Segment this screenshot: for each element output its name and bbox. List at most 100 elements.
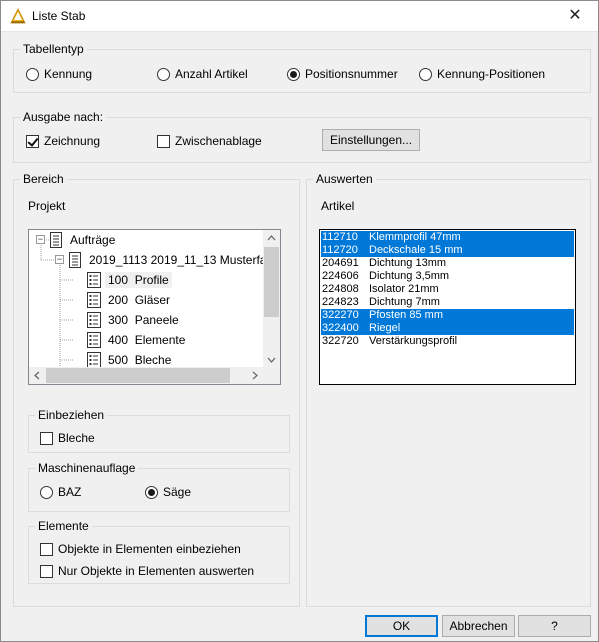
checkbox-bleche[interactable]: Bleche	[40, 431, 95, 445]
list-item-code: 224808	[322, 283, 359, 295]
radio-kennung-circle[interactable]	[26, 67, 39, 81]
tree-item-200[interactable]: 200 Gläser	[87, 290, 173, 310]
checkbox-zwischenablage-label: Zwischenablage	[175, 134, 262, 148]
title-bar: Liste Stab ✕	[1, 1, 598, 32]
list-item-name: Deckschale 15 mm	[369, 244, 463, 256]
list-item[interactable]: 224606 Dichtung 3,5mm	[321, 270, 574, 283]
radio-saege[interactable]: Säge	[145, 485, 191, 499]
cancel-button[interactable]: Abbrechen	[442, 615, 515, 637]
tree-item-label: 300 Paneele	[108, 313, 179, 327]
einbeziehen-legend: Einbeziehen	[35, 408, 108, 422]
radio-baz-label: BAZ	[58, 485, 82, 499]
radio-saege-circle[interactable]	[145, 485, 158, 499]
list-item-name: Verstärkungsprofil	[369, 335, 458, 347]
radio-anzahl-artikel-label: Anzahl Artikel	[175, 67, 248, 81]
tree-item-auftraege[interactable]: Aufträge	[49, 230, 118, 250]
radio-kennung-positionen-label: Kennung-Positionen	[437, 67, 546, 81]
tree-item-label: 500 Bleche	[108, 353, 172, 367]
checkbox-bleche-box[interactable]	[40, 431, 53, 445]
tree-item-100[interactable]: 100 Profile	[87, 270, 172, 290]
list-item-name: Dichtung 13mm	[369, 257, 447, 269]
list-item-name: Isolator 21mm	[369, 283, 439, 295]
checkbox-objekte-einbeziehen-box[interactable]	[40, 542, 53, 556]
help-button[interactable]: ?	[518, 615, 591, 637]
einstellungen-button[interactable]: Einstellungen...	[322, 129, 420, 151]
artikel-label: Artikel	[321, 199, 355, 213]
projekt-tree[interactable]: − − Aufträge 2019_1113 2019_11_13 Muster…	[28, 229, 281, 385]
scroll-down-icon[interactable]	[267, 357, 276, 363]
document-list-icon	[50, 232, 62, 248]
radio-positionsnummer-circle[interactable]	[287, 67, 300, 81]
projekt-label: Projekt	[28, 199, 66, 213]
list-item-name: Riegel	[369, 322, 401, 334]
list-document-icon	[87, 312, 101, 328]
scroll-up-icon[interactable]	[267, 235, 276, 241]
radio-positionsnummer-label: Positionsnummer	[305, 67, 398, 81]
list-item-code: 322270	[322, 309, 359, 321]
close-button[interactable]: ✕	[552, 1, 598, 32]
tabellentyp-legend: Tabellentyp	[20, 42, 87, 56]
list-item[interactable]: 224823 Dichtung 7mm	[321, 296, 574, 309]
scroll-left-icon[interactable]	[34, 371, 40, 380]
list-item-name: Pfosten 85 mm	[369, 309, 443, 321]
list-item[interactable]: 322720 Verstärkungsprofil	[321, 335, 574, 348]
radio-baz[interactable]: BAZ	[40, 485, 81, 499]
radio-baz-circle[interactable]	[40, 485, 53, 499]
list-document-icon	[87, 272, 101, 288]
checkbox-zeichnung[interactable]: Zeichnung	[26, 134, 100, 148]
scroll-right-icon[interactable]	[252, 371, 258, 380]
tree-item-label: 200 Gläser	[108, 293, 171, 307]
list-item[interactable]: 322270 Pfosten 85 mm	[321, 309, 574, 322]
bereich-legend: Bereich	[20, 172, 67, 186]
list-item-code: 112720	[322, 244, 358, 256]
auswerten-legend: Auswerten	[313, 172, 376, 186]
tree-item-label: 2019_1113 2019_11_13 Musterfassa	[89, 253, 281, 267]
app-icon	[10, 8, 26, 24]
checkbox-zeichnung-box[interactable]	[26, 134, 39, 148]
checkbox-zeichnung-label: Zeichnung	[44, 134, 101, 148]
ausgabe-legend: Ausgabe nach:	[20, 110, 107, 124]
tree-collapse-icon[interactable]: −	[55, 255, 64, 264]
radio-kennung[interactable]: Kennung	[26, 67, 92, 81]
checkbox-objekte-einbeziehen-label: Objekte in Elementen einbeziehen	[58, 542, 241, 556]
radio-positionsnummer[interactable]: Positionsnummer	[287, 67, 398, 81]
list-item[interactable]: 224808 Isolator 21mm	[321, 283, 574, 296]
maschinenauflage-legend: Maschinenauflage	[35, 461, 139, 475]
checkbox-nur-objekte-auswerten[interactable]: Nur Objekte in Elementen auswerten	[40, 564, 254, 578]
artikel-list[interactable]: 112710 Klemmprofil 47mm 112720 Deckschal…	[319, 229, 576, 385]
list-item-name: Klemmprofil 47mm	[369, 231, 461, 243]
list-item-code: 322720	[322, 335, 359, 347]
radio-anzahl-artikel[interactable]: Anzahl Artikel	[157, 67, 248, 81]
tree-horizontal-scroll-thumb[interactable]	[46, 368, 230, 383]
radio-saege-label: Säge	[163, 485, 192, 499]
document-list-icon	[69, 252, 81, 268]
radio-anzahl-artikel-circle[interactable]	[157, 67, 170, 81]
list-item-code: 204691	[322, 257, 359, 269]
checkbox-nur-objekte-auswerten-box[interactable]	[40, 564, 53, 578]
checkbox-zwischenablage-box[interactable]	[157, 134, 170, 148]
radio-kennung-positionen-circle[interactable]	[419, 67, 432, 81]
ok-button[interactable]: OK	[365, 615, 438, 637]
elemente-legend: Elemente	[35, 519, 92, 533]
radio-kennung-positionen[interactable]: Kennung-Positionen	[419, 67, 545, 81]
list-item[interactable]: 204691 Dichtung 13mm	[321, 257, 574, 270]
tree-horizontal-scrollbar[interactable]	[29, 367, 263, 384]
dialog-window: Liste Stab ✕ Tabellentyp Kennung Anzahl …	[0, 0, 599, 642]
checkbox-bleche-label: Bleche	[58, 431, 95, 445]
list-item[interactable]: 112710 Klemmprofil 47mm	[321, 231, 574, 244]
checkbox-zwischenablage[interactable]: Zwischenablage	[157, 134, 262, 148]
tree-vertical-scroll-thumb[interactable]	[264, 247, 279, 317]
tree-item-label: 400 Elemente	[108, 333, 186, 347]
list-item[interactable]: 112720 Deckschale 15 mm	[321, 244, 574, 257]
tree-vertical-scrollbar[interactable]	[263, 230, 280, 369]
scroll-corner	[263, 367, 280, 384]
tree-collapse-icon[interactable]: −	[36, 235, 45, 244]
tree-item-400[interactable]: 400 Elemente	[87, 330, 188, 350]
list-document-icon	[87, 292, 101, 308]
tree-item-300[interactable]: 300 Paneele	[87, 310, 182, 330]
tree-item-label: Aufträge	[70, 233, 116, 247]
radio-kennung-label: Kennung	[44, 67, 93, 81]
list-item[interactable]: 322400 Riegel	[321, 322, 574, 335]
checkbox-objekte-einbeziehen[interactable]: Objekte in Elementen einbeziehen	[40, 542, 241, 556]
tree-item-project[interactable]: 2019_1113 2019_11_13 Musterfassa	[68, 250, 281, 270]
